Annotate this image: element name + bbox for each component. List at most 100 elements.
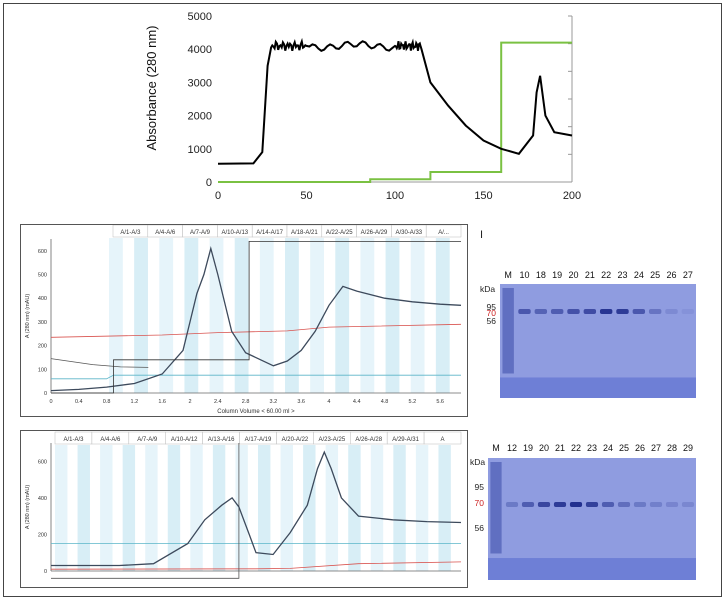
lane-label: 27 (683, 270, 693, 280)
fraction-stripe (285, 238, 299, 393)
marker-size-label: 95 (475, 482, 485, 492)
lane-label: M (504, 270, 512, 280)
fraction-label: A/14-A/17 (256, 230, 283, 236)
fraction-stripe (259, 238, 274, 393)
fraction-stripe (258, 445, 271, 571)
top-x-tick-label: 200 (563, 190, 581, 202)
top-y-tick-label: 2000 (188, 111, 212, 123)
fraction-label: A/7-A/9 (137, 437, 158, 443)
lane-label: 26 (635, 443, 645, 453)
chrom-x-tick-label: 2.8 (242, 399, 250, 405)
marker-size-label: 56 (475, 523, 485, 533)
chrom-y-axis-label: A (280 nm) (mAU) (25, 294, 31, 338)
chrom-x-tick-label: 4.8 (381, 399, 389, 405)
chrom-x-tick-label: 4 (327, 399, 330, 405)
fraction-stripe (134, 238, 148, 393)
chrom-y-tick-label: 200 (38, 532, 47, 538)
top-y-axis-label: Absorbance (280 nm) (144, 25, 159, 150)
fraction-label: A/... (438, 230, 449, 236)
lane-label: 28 (667, 443, 677, 453)
fraction-label: A/20-A/22 (282, 437, 309, 443)
top-y-tick-label: 3000 (188, 77, 212, 89)
marker-lane-smear (490, 462, 502, 554)
marker-size-label: 70 (475, 498, 485, 508)
gel-unit-label: kDa (470, 457, 485, 467)
lane-label: 26 (666, 270, 676, 280)
fraction-label: A/1-A/3 (120, 230, 141, 236)
fraction-label: A/13-A/16 (208, 437, 235, 443)
gel-1: IkDa M 10 18 19 20 21 22 23 24 25 26 27 95 70 56 (476, 226, 698, 400)
gel-dye-front (488, 558, 696, 580)
chrom-x-tick-label: 1.6 (158, 399, 166, 405)
lane-label: 29 (683, 443, 693, 453)
fraction-stripe (325, 445, 339, 571)
chrom-x-tick-label: 0 (49, 399, 52, 405)
protein-band (617, 502, 631, 507)
chrom-y-tick-label: 600 (38, 249, 47, 255)
chrom-y-tick-label: 0 (44, 569, 47, 575)
chrom-y-tick-label: 500 (38, 273, 47, 279)
fraction-stripe (109, 238, 123, 393)
lane-label: 25 (650, 270, 660, 280)
fraction-stripe (415, 445, 429, 571)
gradient-series-line (218, 41, 572, 183)
fraction-stripe (55, 445, 68, 571)
protein-band (616, 309, 629, 314)
protein-band (567, 309, 580, 314)
protein-band (583, 309, 597, 314)
fraction-label: A/26-A/29 (361, 230, 388, 236)
fraction-stripe (335, 238, 350, 393)
fraction-label: A/17-A/19 (245, 437, 272, 443)
fraction-label: A (441, 437, 445, 443)
fraction-stripe (280, 445, 293, 571)
top-y-tick-label: 4000 (188, 44, 212, 56)
lane-label: 19 (523, 443, 533, 453)
fraction-stripe (145, 445, 158, 571)
fraction-stripe (410, 238, 425, 393)
gel-unit-label: kDa (480, 284, 495, 294)
chrom-x-tick-label: 3.6 (297, 399, 305, 405)
fraction-label: A/10-A/12 (171, 437, 198, 443)
fraction-stripe (385, 238, 400, 393)
lane-label: M (492, 443, 500, 453)
marker-lane-smear (502, 288, 514, 374)
fraction-stripe (235, 445, 248, 571)
chrom-x-tick-label: 0.8 (103, 399, 111, 405)
top-x-tick-label: 50 (300, 190, 312, 202)
protein-band (633, 502, 647, 507)
fraction-label: A/30-A/33 (395, 230, 422, 236)
top-x-tick-label: 100 (386, 190, 404, 202)
chrom-x-tick-label: 1.2 (131, 399, 139, 405)
fraction-stripe (122, 445, 136, 571)
chrom-x-tick-label: 2.4 (214, 399, 222, 405)
fraction-stripe (100, 445, 113, 571)
chrom-x-tick-label: 5.2 (409, 399, 417, 405)
fraction-stripe (370, 445, 384, 571)
fraction-label: A/10-A/13 (221, 230, 248, 236)
lane-label: 23 (617, 270, 627, 280)
lane-label: 22 (571, 443, 581, 453)
protein-band (550, 309, 564, 314)
chrom-x-tick-label: 3.2 (270, 399, 278, 405)
fraction-label: A/4-A/6 (155, 230, 176, 236)
protein-band (665, 502, 679, 507)
gel-2-image: kDa M 12 19 20 21 22 23 24 25 26 27 28 29 95 70 56 (470, 443, 696, 580)
fraction-label: A/26-A/28 (355, 437, 382, 443)
lane-label: 24 (634, 270, 644, 280)
absorbance-series-line (217, 37, 573, 165)
gel-2: kDa M 12 19 20 21 22 23 24 25 26 27 28 29 95 70 56 (470, 436, 700, 586)
chrom-y-tick-label: 300 (38, 320, 47, 326)
lane-label: 24 (603, 443, 613, 453)
protein-band (601, 502, 615, 507)
protein-band (553, 502, 567, 507)
fraction-label: A/7-A/9 (190, 230, 211, 236)
chrom-x-tick-label: 4.4 (353, 399, 361, 405)
fraction-stripe (234, 238, 249, 393)
fraction-stripe (77, 445, 90, 571)
chrom-y-tick-label: 600 (38, 459, 47, 465)
lane-label: 10 (519, 270, 529, 280)
chromatogram-1-plot: A/1-A/3 A/4-A/6 A/7-A/9 A/10-A/13 A/14-A/17 A… (25, 224, 462, 415)
fraction-stripe (310, 238, 324, 393)
lane-label: 20 (568, 270, 578, 280)
chrom-x-tick-label: 2 (188, 399, 191, 405)
